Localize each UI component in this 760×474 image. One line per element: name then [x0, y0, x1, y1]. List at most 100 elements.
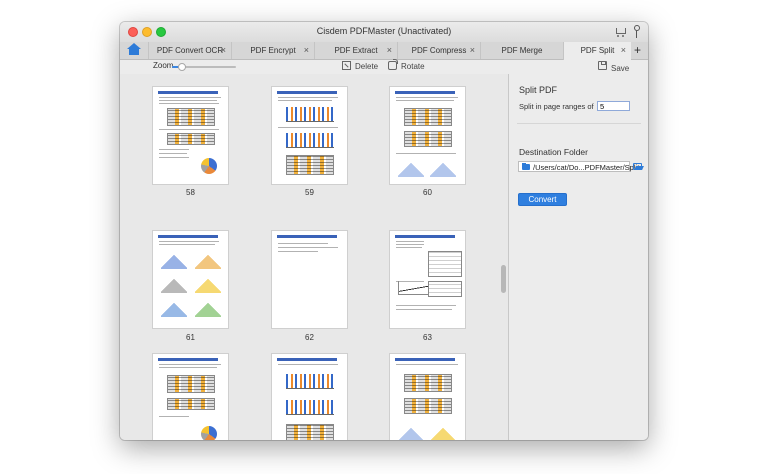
- tab-label: PDF Compress: [411, 46, 467, 55]
- text-line: [396, 305, 456, 306]
- close-icon[interactable]: ×: [387, 45, 392, 55]
- page-thumbnail-60[interactable]: [389, 86, 466, 185]
- text-line: [159, 416, 189, 417]
- bar-chart-figure: [286, 107, 334, 122]
- text-line: [396, 364, 458, 365]
- zoom-slider-knob[interactable]: [177, 63, 186, 71]
- tab-pdf-encrypt[interactable]: PDF Encrypt ×: [231, 42, 314, 59]
- title-bar: Cisdem PDFMaster (Unactivated): [120, 22, 648, 42]
- page-header-bar: [158, 235, 218, 238]
- table-figure: [286, 424, 334, 440]
- page-number: 59: [305, 188, 314, 197]
- text-line: [278, 243, 328, 244]
- page-number: 60: [423, 188, 432, 197]
- area-chart-figure: [161, 255, 187, 269]
- text-line: [159, 149, 189, 150]
- page-thumbnail-64[interactable]: [152, 353, 229, 440]
- page-thumbnail-grid[interactable]: 58 59 60 61 62 63: [120, 74, 508, 440]
- delete-button[interactable]: Delete: [342, 60, 388, 74]
- table-figure: [167, 375, 215, 393]
- area-chart-figure: [430, 163, 456, 177]
- page-thumbnail-62[interactable]: [271, 230, 348, 329]
- thumbnail-scrollbar[interactable]: [501, 265, 506, 293]
- bar-chart-figure: [286, 400, 334, 415]
- close-icon[interactable]: ×: [304, 45, 309, 55]
- text-line: [159, 157, 189, 158]
- cart-icon[interactable]: [614, 25, 628, 39]
- close-icon[interactable]: ×: [621, 45, 626, 55]
- toolbar: Zoom Delete Rotate Save: [120, 59, 648, 75]
- page-header-bar: [395, 235, 455, 238]
- destination-folder-title: Destination Folder: [519, 147, 588, 157]
- section-separator: [517, 123, 641, 124]
- table-figure: [428, 251, 462, 277]
- rotate-label: Rotate: [401, 62, 425, 71]
- page-thumbnail-65[interactable]: [271, 353, 348, 440]
- text-line: [159, 241, 219, 242]
- table-figure: [167, 398, 215, 410]
- home-tab[interactable]: [120, 42, 148, 59]
- close-icon[interactable]: ×: [470, 45, 475, 55]
- tab-label: PDF Encrypt: [250, 46, 296, 55]
- page-range-input[interactable]: [597, 101, 630, 111]
- bar-chart-figure: [286, 374, 334, 389]
- text-line: [278, 364, 338, 365]
- zoom-slider[interactable]: [172, 63, 236, 71]
- rotate-button[interactable]: Rotate: [388, 59, 432, 74]
- table-figure: [428, 281, 462, 297]
- destination-path-field[interactable]: /Users/cat/Do...PDFMaster/Split: [518, 161, 639, 172]
- text-line: [159, 367, 217, 368]
- page-thumbnail-63[interactable]: [389, 230, 466, 329]
- area-chart-figure: [161, 279, 187, 293]
- area-chart-figure: [195, 279, 221, 293]
- page-thumbnail-66[interactable]: [389, 353, 466, 440]
- tab-bar: PDF Convert OCR × PDF Encrypt × PDF Extr…: [120, 42, 648, 60]
- tab-label: PDF Convert OCR: [156, 46, 224, 55]
- page-number: 62: [305, 333, 314, 342]
- open-folder-icon[interactable]: [633, 162, 643, 170]
- page-thumbnail-58[interactable]: [152, 86, 229, 185]
- text-line: [396, 153, 456, 154]
- convert-button[interactable]: Convert: [518, 193, 567, 206]
- area-chart-figure: [398, 428, 424, 440]
- text-line: [159, 100, 217, 101]
- page-thumbnail-61[interactable]: [152, 230, 229, 329]
- tab-pdf-extract[interactable]: PDF Extract ×: [314, 42, 397, 59]
- zoom-label: Zoom: [153, 61, 174, 70]
- text-line: [396, 241, 424, 242]
- text-line: [396, 97, 458, 98]
- tab-pdf-convert-ocr[interactable]: PDF Convert OCR ×: [148, 42, 231, 59]
- page-number: 58: [186, 188, 195, 197]
- text-line: [159, 97, 221, 98]
- tab-pdf-split[interactable]: PDF Split ×: [563, 42, 631, 60]
- page-header-bar: [395, 358, 455, 361]
- table-figure: [404, 108, 452, 126]
- table-figure: [404, 374, 452, 392]
- area-chart-figure: [430, 428, 456, 440]
- destination-path: /Users/cat/Do...PDFMaster/Split: [533, 163, 640, 172]
- tab-pdf-compress[interactable]: PDF Compress ×: [397, 42, 480, 59]
- area-chart-figure: [398, 163, 424, 177]
- line-chart-figure: [398, 281, 428, 295]
- save-button[interactable]: Save: [598, 60, 638, 74]
- area-chart-figure: [161, 303, 187, 317]
- save-label: Save: [611, 64, 630, 73]
- delete-icon: [342, 61, 351, 70]
- folder-icon: [522, 163, 530, 170]
- split-settings-panel: Split PDF Split in page ranges of Destin…: [509, 74, 648, 440]
- home-icon-body: [129, 48, 139, 55]
- table-figure: [404, 398, 452, 414]
- key-icon[interactable]: [631, 24, 641, 40]
- text-line: [396, 309, 452, 310]
- tab-label: PDF Extract: [334, 46, 378, 55]
- area-chart-figure: [195, 255, 221, 269]
- window-title: Cisdem PDFMaster (Unactivated): [316, 26, 452, 36]
- text-line: [159, 129, 219, 130]
- tab-pdf-merge[interactable]: PDF Merge: [480, 42, 563, 59]
- page-thumbnail-59[interactable]: [271, 86, 348, 185]
- pie-chart-figure: [201, 426, 217, 440]
- text-line: [278, 97, 338, 98]
- close-icon[interactable]: ×: [221, 45, 226, 55]
- delete-label: Delete: [355, 62, 379, 71]
- add-tab-icon[interactable]: +: [634, 43, 641, 57]
